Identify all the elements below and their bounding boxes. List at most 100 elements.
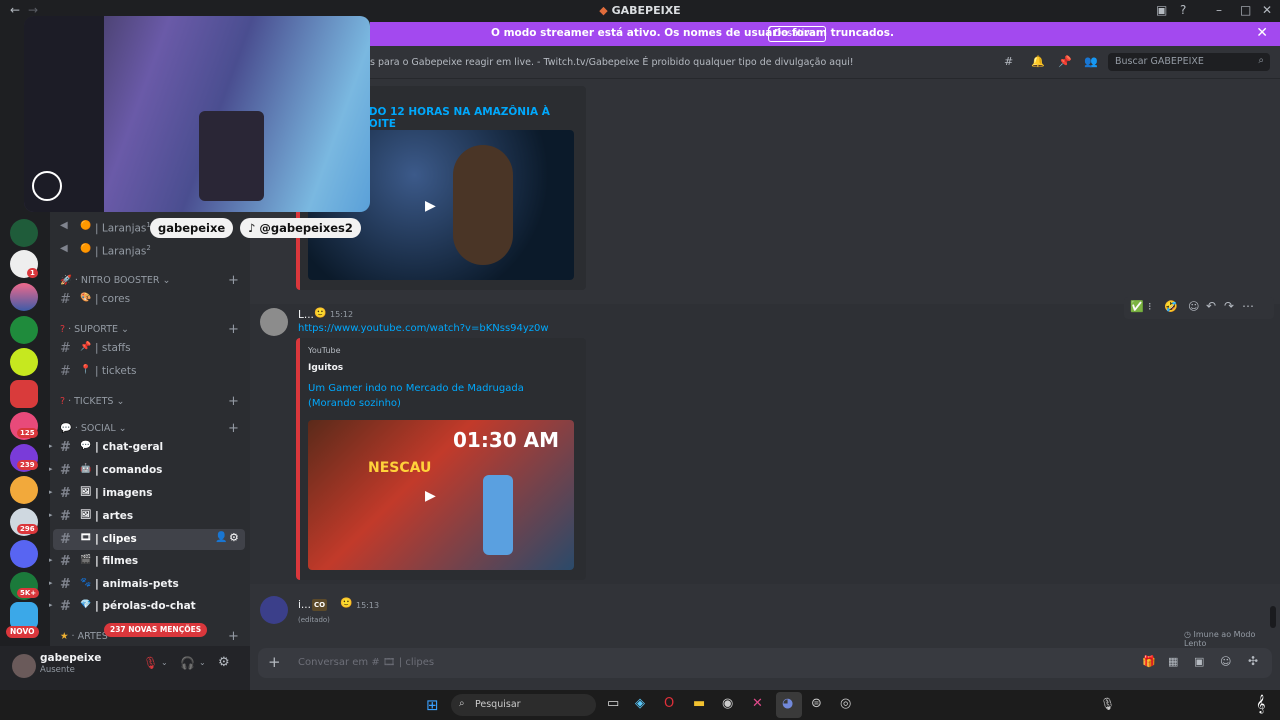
channel-imagens[interactable]: ▸ # 🖼 | imagens [49, 483, 245, 504]
channel-animais-pets[interactable]: ▸ # 🐾 | animais-pets [49, 574, 245, 595]
add-channel-icon[interactable]: + [228, 322, 239, 337]
category-suporte[interactable]: ? · SUPORTE ⌄ + [60, 322, 239, 337]
laugh-reaction-icon[interactable]: 🤣 [1164, 300, 1178, 313]
obs-icon[interactable]: ◎ [840, 696, 851, 711]
more-icon[interactable]: ⋯ [1242, 299, 1254, 313]
sticker-icon[interactable]: ▣ [1194, 655, 1204, 668]
help-icon[interactable]: ? [1180, 3, 1186, 17]
image-icon: 🖼 [80, 510, 92, 520]
server-badge: 1 [27, 268, 38, 278]
voice-channel[interactable]: ◀ 🟠 | Laranjas2 [53, 240, 245, 261]
close-window-icon[interactable]: ✕ [1262, 3, 1272, 17]
emoji-icon[interactable]: ☺ [1220, 655, 1231, 668]
inbox-icon[interactable]: ▣ [1156, 3, 1167, 17]
server-icon[interactable] [10, 380, 38, 408]
chevron-down-icon[interactable]: ⌄ [199, 658, 206, 667]
chat-area: s para o Gabepeixe reagir em live. - Twi… [250, 46, 1280, 690]
category-social[interactable]: 💬 · SOCIAL ⌄ + [60, 421, 239, 436]
taskbar: ⊞ ⌕ Pesquisar ▭ ◈ O ▬ ◉ ✕ ◕ ⊜ ◎ 🎙 𝄞 [0, 690, 1280, 720]
avatar[interactable] [12, 654, 36, 678]
message-hovered[interactable]: L... 🙂 15:12 https://www.youtube.com/wat… [250, 297, 1280, 584]
mic-muted-icon[interactable]: 🎙 [143, 656, 158, 670]
opera-icon[interactable]: O [664, 696, 674, 711]
copilot-icon[interactable]: ◈ [635, 696, 645, 711]
forward-icon[interactable]: ↷ [1224, 299, 1234, 313]
mentions-badge[interactable]: 237 NOVAS MENÇÕES [104, 623, 208, 637]
embed-title[interactable]: Um Gamer indo no Mercado de Madrugada (M… [308, 381, 568, 411]
sparkle-reaction-icon[interactable]: ⁝ [1148, 300, 1152, 313]
channel-chat-geral[interactable]: ▸ # 💬 | chat-geral [49, 437, 245, 458]
task-view-icon[interactable]: ▭ [607, 696, 619, 711]
apps-icon[interactable]: ✣ [1248, 654, 1258, 668]
minimize-icon[interactable]: – [1216, 3, 1222, 17]
avatar[interactable] [260, 308, 288, 336]
status-emoji-icon: 🙂 [340, 598, 353, 609]
capcut-icon[interactable]: ✕ [752, 696, 763, 711]
play-icon[interactable]: ▶ [425, 198, 436, 214]
category-tickets[interactable]: ? · TICKETS ⌄ + [60, 394, 239, 409]
add-channel-icon[interactable]: + [228, 394, 239, 409]
chevron-down-icon[interactable]: ⌄ [161, 658, 168, 667]
disable-streamer-button[interactable]: Desativar [768, 26, 826, 42]
check-reaction-icon[interactable]: ✅ [1130, 300, 1144, 313]
taskbar-search[interactable]: ⌕ Pesquisar [451, 694, 596, 716]
add-reaction-icon[interactable]: ☺ [1188, 300, 1199, 313]
maximize-icon[interactable]: □ [1240, 3, 1251, 17]
video-thumbnail[interactable]: 01:30 AM NESCAU ▶ [308, 420, 574, 570]
channel-tickets[interactable]: # 📍 | tickets [53, 361, 245, 382]
server-icon[interactable] [10, 316, 38, 344]
threads-icon[interactable]: # [1004, 55, 1013, 68]
category-artes[interactable]: ★ · ARTES + [60, 629, 239, 644]
close-banner-icon[interactable]: ✕ [1256, 25, 1268, 41]
server-icon[interactable] [10, 540, 38, 568]
server-icon[interactable] [10, 348, 38, 376]
speech-icon: 💬 · [60, 423, 81, 434]
author-name[interactable]: L... [298, 309, 314, 321]
gif-icon[interactable]: ▦ [1168, 655, 1178, 668]
channel-comandos[interactable]: ▸ # 🤖 | comandos [49, 460, 245, 481]
gift-icon[interactable]: 🎁 [1142, 655, 1156, 668]
discord-taskbar-button[interactable]: ◕ [776, 692, 802, 718]
avatar[interactable] [260, 596, 288, 624]
user-settings-gear-icon[interactable]: ⚙ [218, 655, 230, 670]
channel-clipes[interactable]: # 🎞 | clipes 👤 ⚙ [53, 529, 245, 550]
attach-plus-icon[interactable]: + [268, 653, 281, 671]
webcam-chair [199, 111, 264, 201]
file-explorer-icon[interactable]: ▬ [693, 696, 705, 711]
channel-perolas-do-chat[interactable]: ▸ # 💎 | pérolas-do-chat [49, 596, 245, 617]
headphones-icon[interactable]: 🎧 [180, 656, 195, 670]
channel-filmes[interactable]: ▸ # 🎬 | filmes [49, 551, 245, 572]
webcam-overlay [24, 16, 370, 212]
add-channel-icon[interactable]: + [228, 629, 239, 644]
channel-staffs[interactable]: # 📌 | staffs [53, 338, 245, 359]
app-icon[interactable]: ⊜ [811, 696, 822, 711]
message-composer[interactable]: + Conversar em # 🎞 | clipes 🎁 ▦ ▣ ☺ ✣ [258, 648, 1272, 678]
server-icon[interactable] [10, 283, 38, 311]
server-icon[interactable] [10, 476, 38, 504]
gear-icon[interactable]: ⚙ [229, 531, 239, 544]
members-icon[interactable]: 👥 [1084, 55, 1098, 68]
add-channel-icon[interactable]: + [228, 421, 239, 436]
scrollbar-thumb[interactable] [1270, 606, 1276, 628]
microphone-icon[interactable]: 🎙 [1100, 697, 1115, 711]
author-name[interactable]: i... [298, 599, 311, 611]
steam-icon[interactable]: ◉ [722, 696, 733, 711]
windows-start-icon[interactable]: ⊞ [426, 696, 439, 714]
category-nitro[interactable]: 🚀 · NITRO BOOSTER ⌄ + [60, 273, 239, 288]
server-icon[interactable] [10, 219, 38, 247]
embed-author[interactable]: Iguitos [308, 363, 343, 373]
tray-app-icon[interactable]: 𝄞 [1256, 694, 1265, 714]
message-link[interactable]: https://www.youtube.com/watch?v=bKNss94y… [298, 323, 549, 334]
channel-artes[interactable]: ▸ # 🖼 | artes [49, 506, 245, 527]
invite-icon[interactable]: 👤 [215, 532, 227, 543]
embed-title[interactable]: NDO 12 HORAS NA AMAZÔNIA À NOITE [360, 106, 586, 130]
channel-cores[interactable]: # 🎨 | cores [53, 289, 245, 310]
add-channel-icon[interactable]: + [228, 273, 239, 288]
search-input[interactable]: Buscar GABEPEIXE ⌕ [1108, 53, 1270, 71]
bell-icon[interactable]: 🔔 [1031, 55, 1045, 68]
pin-icon[interactable]: 📌 [1058, 55, 1072, 68]
play-icon[interactable]: ▶ [425, 488, 436, 504]
reply-icon[interactable]: ↶ [1206, 299, 1216, 313]
paw-icon: 🐾 [80, 578, 92, 588]
tiktok-handle-pill: ♪ @gabepeixes2 [240, 218, 361, 238]
